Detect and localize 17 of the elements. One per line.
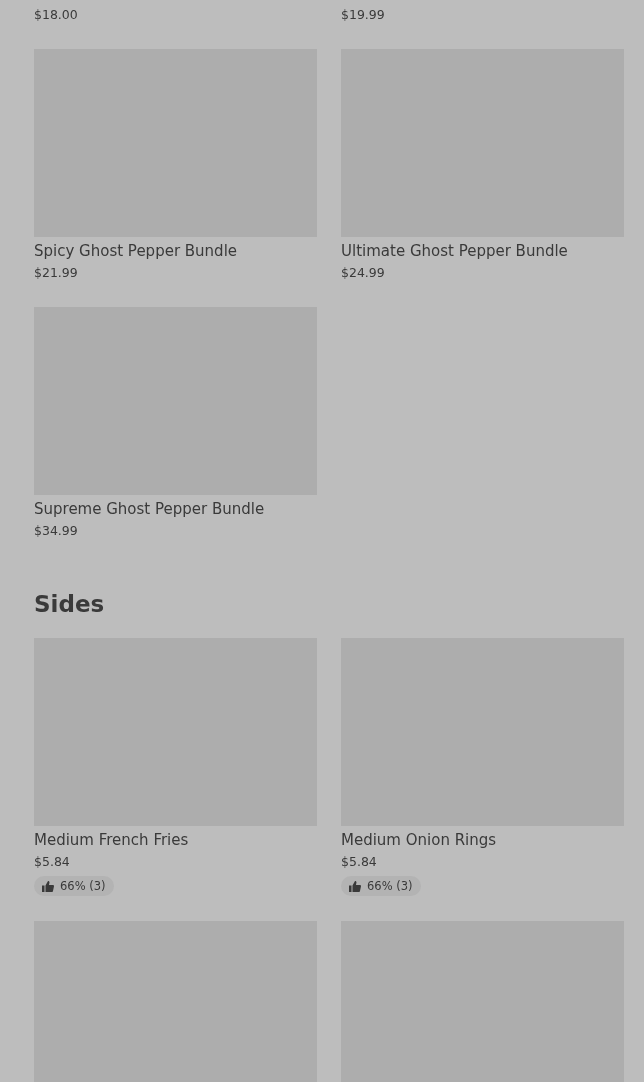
product-name[interactable]: Supreme Ghost Pepper Bundle xyxy=(34,499,265,519)
thumbs-up-icon xyxy=(42,880,54,892)
product-price: $18.00 xyxy=(34,6,78,24)
product-price: $34.99 xyxy=(34,522,78,540)
product-price: $24.99 xyxy=(341,264,385,282)
product-name[interactable]: Medium French Fries xyxy=(34,830,189,850)
product-price: $5.84 xyxy=(341,853,377,871)
product-price: $5.84 xyxy=(34,853,70,871)
rating-badge: 66% (3) xyxy=(34,876,114,896)
product-name[interactable]: Spicy Ghost Pepper Bundle xyxy=(34,241,238,261)
section-heading: Sides xyxy=(34,590,106,618)
product-name[interactable]: Medium Onion Rings xyxy=(341,830,497,850)
rating-badge: 66% (3) xyxy=(341,876,421,896)
product-price: $19.99 xyxy=(341,6,385,24)
thumbs-up-icon xyxy=(349,880,361,892)
product-price: $21.99 xyxy=(34,264,78,282)
product-name[interactable]: Ultimate Ghost Pepper Bundle xyxy=(341,241,568,261)
